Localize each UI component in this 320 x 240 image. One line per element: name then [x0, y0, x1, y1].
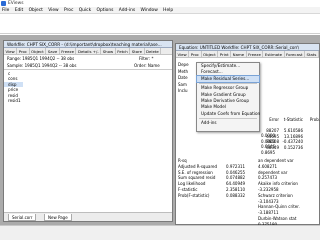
stat-value: 4.608271 — [258, 163, 278, 169]
t-stat-cell: -0.437240 — [282, 139, 303, 144]
wf-save-button[interactable]: Save — [46, 48, 60, 55]
menu-proc[interactable]: Proc — [62, 7, 75, 14]
stat-label: Prob(F-statistic) — [178, 192, 210, 198]
equation-toolbar: View Proc Object Print Name Freeze Estimate For… — [176, 51, 319, 58]
eq-freeze-button[interactable]: Freeze — [247, 51, 264, 58]
wf-view-button[interactable]: View — [4, 48, 18, 55]
equation-header-labels: Depe Meth Date Sam Inclu — [178, 62, 189, 95]
eq-view-button[interactable]: View — [176, 51, 190, 58]
menu-addins[interactable]: Add-ins — [117, 7, 137, 14]
menu-window[interactable]: Window — [139, 7, 160, 14]
wf-details-button[interactable]: Details +/- — [76, 48, 102, 55]
wf-delete-button[interactable]: Delete — [145, 48, 162, 55]
header-label: Depe — [178, 62, 189, 67]
workfile-info: Range: 1985Q1 1994Q2 -- 38 obs Sample: 1… — [4, 56, 172, 70]
workfile-order[interactable]: Order: Name — [134, 63, 160, 70]
menu-item-update-coefs[interactable]: Update Coefs from Equation — [197, 111, 260, 117]
menu-item-make-residual-series[interactable]: Make Residual Series... — [196, 74, 260, 84]
proc-dropdown-menu: Specify/Estimate... Forecast... Make Res… — [196, 62, 260, 132]
eq-name-button[interactable]: Name — [231, 51, 247, 58]
wf-freeze-button[interactable]: Freeze — [60, 48, 77, 55]
table-row: 88349 0.1527360.8695 — [258, 145, 319, 155]
coef-table-header: Error t-Statistic Prob. — [258, 117, 320, 123]
wf-proc-button[interactable]: Proc — [17, 48, 30, 55]
eq-proc-button[interactable]: Proc — [189, 51, 202, 58]
menu-object[interactable]: Object — [27, 7, 45, 14]
workfile-object-list: c cons disp price resid resid1 — [4, 71, 172, 211]
app-icon — [1, 1, 6, 6]
eq-estimate-button[interactable]: Estimate — [263, 51, 285, 58]
workfile-tabs: Serial.corr New Page — [4, 212, 172, 221]
eq-stats-button[interactable]: Stats — [305, 51, 319, 58]
menu-file[interactable]: File — [0, 7, 11, 14]
t-stat-cell: 5.610586 — [283, 128, 303, 133]
stat-row: an dependent var4.608271 — [258, 158, 319, 170]
menu-edit[interactable]: Edit — [13, 7, 26, 14]
list-item[interactable]: resid1 — [4, 98, 172, 103]
menubar: File Edit Object View Proc Quick Options… — [0, 7, 320, 14]
header-label: Date — [178, 75, 188, 80]
stat-label: R-sq — [178, 158, 187, 163]
t-stat-cell: 13.16896 — [283, 133, 303, 139]
stat-row: Hannan-Quinn criter.-3.188711 — [258, 204, 319, 216]
stat-value: 0.257473 — [258, 175, 278, 181]
stats-right: an dependent var4.608271 dependent var0.… — [258, 158, 319, 228]
workfile-titlebar[interactable]: Workfile: CHPT SIX_CORR - (d:\important\… — [4, 41, 172, 48]
status-bar — [0, 225, 320, 240]
prob-cell: 0.8695 — [261, 149, 275, 155]
eq-forecast-button[interactable]: Forecast — [285, 51, 306, 58]
eq-object-button[interactable]: Object — [202, 51, 219, 58]
stat-value: 0.046255 — [226, 169, 246, 175]
t-stat-cell: 0.152736 — [283, 144, 303, 150]
stat-row: Schwarz criterion-3.104373 — [258, 193, 319, 205]
stat-value: 64.40949 — [226, 181, 246, 187]
app-title: EViews — [8, 1, 24, 6]
stat-row: dependent var0.257473 — [258, 170, 319, 182]
wf-fetch-button[interactable]: Fetch — [116, 48, 131, 55]
menu-item-addins[interactable]: Add-ins — [197, 120, 259, 126]
app-titlebar: EViews — [0, 0, 320, 7]
tab-serial-corr[interactable]: Serial.corr — [8, 214, 37, 221]
wf-store-button[interactable]: Store — [130, 48, 145, 55]
eq-print-button[interactable]: Print — [218, 51, 232, 58]
stat-value: 2.358110 — [226, 186, 246, 192]
menu-view[interactable]: View — [46, 7, 60, 14]
col-std-error: Error — [269, 117, 279, 122]
menu-separator — [199, 118, 257, 120]
stat-value: 0.074882 — [226, 175, 246, 181]
stats-left: R-sq Adjusted R-squared 0.972311 S.E. of … — [178, 158, 245, 199]
command-window[interactable] — [0, 14, 320, 34]
stat-value: 0.972311 — [226, 163, 246, 169]
menu-help[interactable]: Help — [161, 7, 175, 14]
stat-value: 0.088332 — [226, 192, 246, 198]
equation-title[interactable]: Equation: UNTITLED Workfile: CHPT SIX_CO… — [176, 44, 319, 51]
workfile-window: Workfile: CHPT SIX_CORR - (d:\important\… — [3, 40, 173, 222]
stat-value: -3.232958 — [258, 186, 279, 192]
col-prob: Prob. — [309, 117, 320, 122]
wf-show-button[interactable]: Show — [101, 48, 116, 55]
workfile-toolbar: View Proc Object Save Freeze Details +/- Show F… — [4, 48, 172, 55]
header-label: Inclu — [178, 88, 188, 93]
menu-quick[interactable]: Quick — [77, 7, 93, 14]
tab-new-page[interactable]: New Page — [44, 214, 72, 221]
stat-value: -3.104373 — [258, 198, 279, 204]
stat-row: Akaike info criterion-3.232958 — [258, 181, 319, 193]
menu-separator — [199, 83, 257, 85]
wf-object-button[interactable]: Object — [30, 48, 47, 55]
stat-row: Prob(F-statistic) 0.088332 — [178, 193, 245, 199]
list-item[interactable]: cons — [4, 76, 172, 81]
col-t-statistic: t-Statistic — [283, 117, 303, 122]
stat-value: -3.188711 — [258, 210, 279, 216]
workfile-title: Workfile: CHPT SIX_CORR - (d:\important\… — [7, 42, 162, 47]
menu-options[interactable]: Options — [94, 7, 115, 14]
